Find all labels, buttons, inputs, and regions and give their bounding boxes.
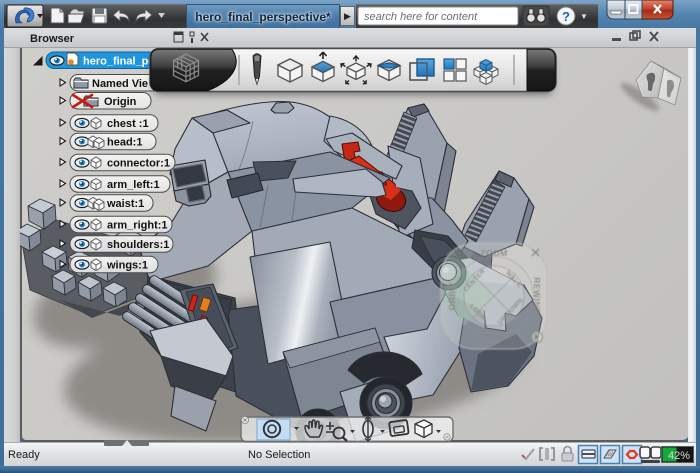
svg-text:waist:1: waist:1 xyxy=(106,198,144,210)
svg-text:PAN: PAN xyxy=(485,332,504,342)
svg-text:Ready: Ready xyxy=(8,449,40,461)
svg-text:No Selection: No Selection xyxy=(248,449,310,461)
svg-text:hero_final_pe: hero_final_pe xyxy=(83,56,155,68)
svg-text:chest :1: chest :1 xyxy=(107,118,149,130)
svg-text:connector:1: connector:1 xyxy=(107,158,170,170)
svg-text:arm_left:1: arm_left:1 xyxy=(107,179,160,191)
svg-text:▼: ▼ xyxy=(580,12,588,21)
svg-text:REWIND: REWIND xyxy=(532,277,542,314)
svg-text:ZOOM: ZOOM xyxy=(480,248,508,258)
svg-text:ORBIT: ORBIT xyxy=(447,281,457,310)
svg-text:?: ? xyxy=(562,9,570,24)
svg-text:shoulders:1: shoulders:1 xyxy=(107,239,169,251)
svg-text:Named Vie: Named Vie xyxy=(92,78,148,90)
svg-text:Browser: Browser xyxy=(30,33,75,45)
svg-text:head:1: head:1 xyxy=(107,137,142,149)
svg-text:42%: 42% xyxy=(668,450,690,462)
svg-text:wings:1: wings:1 xyxy=(106,260,148,272)
svg-text:arm_right:1: arm_right:1 xyxy=(107,220,168,232)
svg-text:Origin: Origin xyxy=(104,96,137,108)
svg-text:search here for content: search here for content xyxy=(364,11,478,23)
